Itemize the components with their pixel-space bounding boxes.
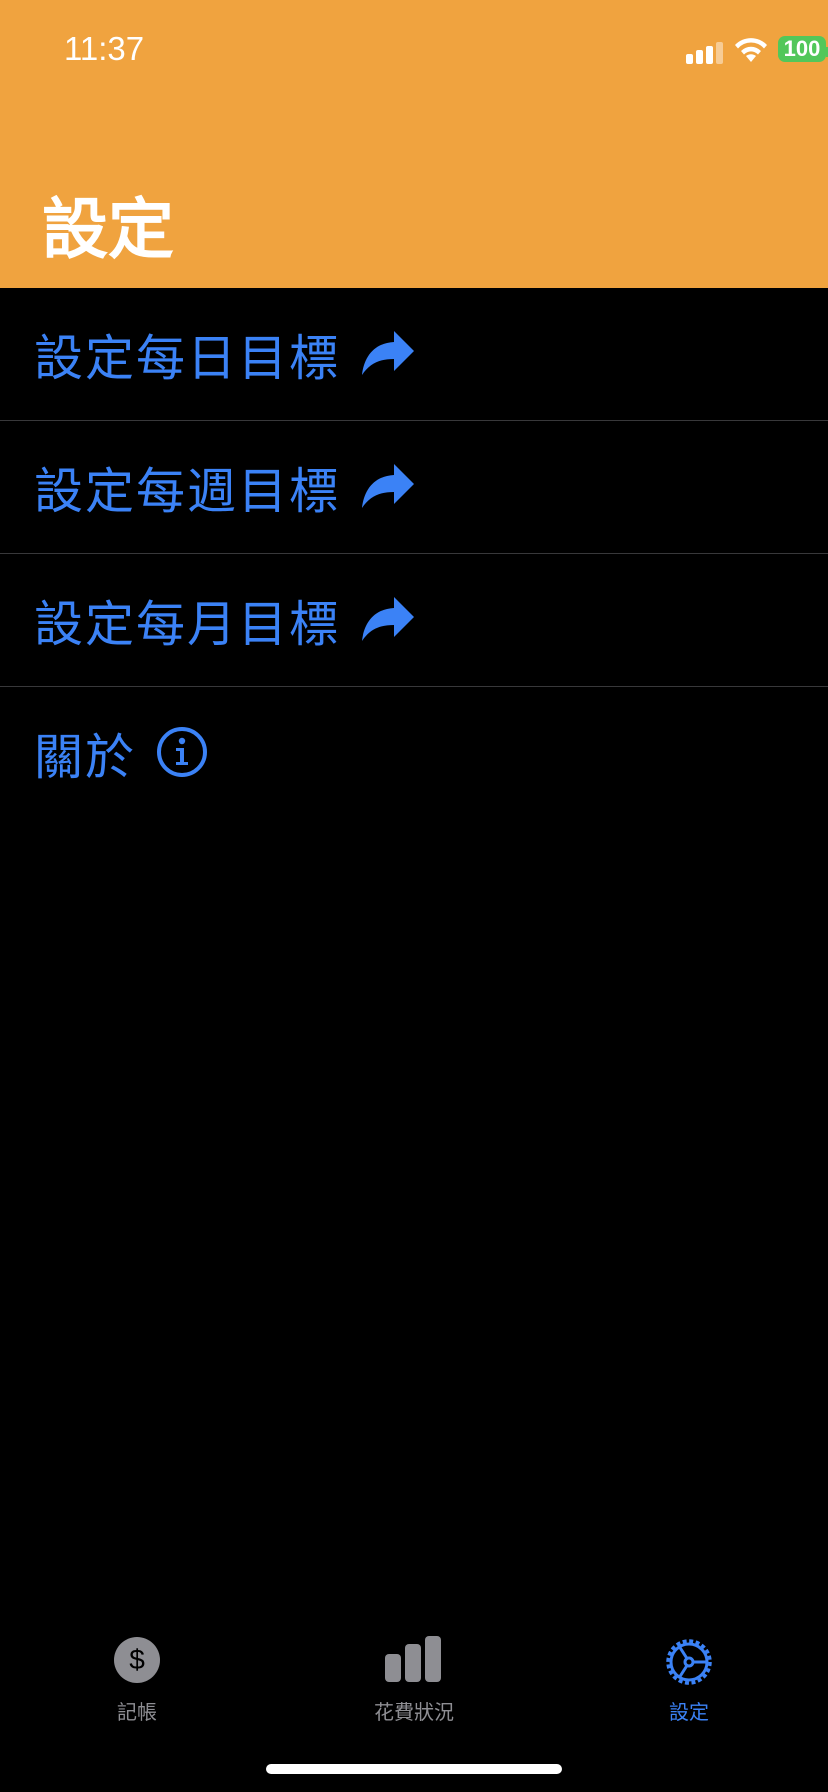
svg-text:$: $ (129, 1644, 145, 1675)
set-monthly-goal-row[interactable]: 設定每月目標 (0, 554, 828, 687)
row-label: 設定每日目標 (34, 330, 341, 387)
tab-label: 設定 (669, 1700, 709, 1724)
row-label: 設定每月目標 (34, 596, 341, 653)
battery-level: 100 (783, 36, 821, 61)
tab-bookkeeping[interactable]: $ 記帳 (57, 1620, 217, 1730)
home-indicator[interactable] (266, 1764, 562, 1774)
share-arrow-icon (360, 329, 416, 381)
gear-icon (663, 1636, 715, 1692)
about-row[interactable]: 關於 (0, 687, 828, 820)
wifi-icon (735, 38, 767, 62)
row-label: 設定每週目標 (34, 463, 341, 520)
tab-label: 花費狀況 (374, 1700, 454, 1724)
cellular-signal-icon (686, 42, 723, 64)
dollar-circle-icon: $ (113, 1636, 161, 1688)
tab-spending-status[interactable]: 花費狀況 (334, 1620, 494, 1730)
header-bar: 11:37 100 設定 (0, 0, 828, 288)
tab-label: 記帳 (117, 1700, 157, 1724)
row-label: 關於 (34, 729, 137, 786)
status-time: 11:37 (64, 30, 145, 67)
share-arrow-icon (360, 462, 416, 514)
info-circle-icon (156, 726, 208, 782)
share-arrow-icon (360, 595, 416, 647)
bar-chart-icon (384, 1636, 444, 1686)
page-title: 設定 (42, 191, 174, 268)
tab-settings[interactable]: 設定 (609, 1620, 769, 1730)
set-daily-goal-row[interactable]: 設定每日目標 (0, 288, 828, 421)
battery-indicator: 100 (778, 36, 828, 62)
set-weekly-goal-row[interactable]: 設定每週目標 (0, 421, 828, 554)
tab-bar: $ 記帳 花費狀況 設定 (0, 1620, 828, 1740)
settings-list: 設定每日目標 設定每週目標 設定每月目標 關於 (0, 288, 828, 820)
